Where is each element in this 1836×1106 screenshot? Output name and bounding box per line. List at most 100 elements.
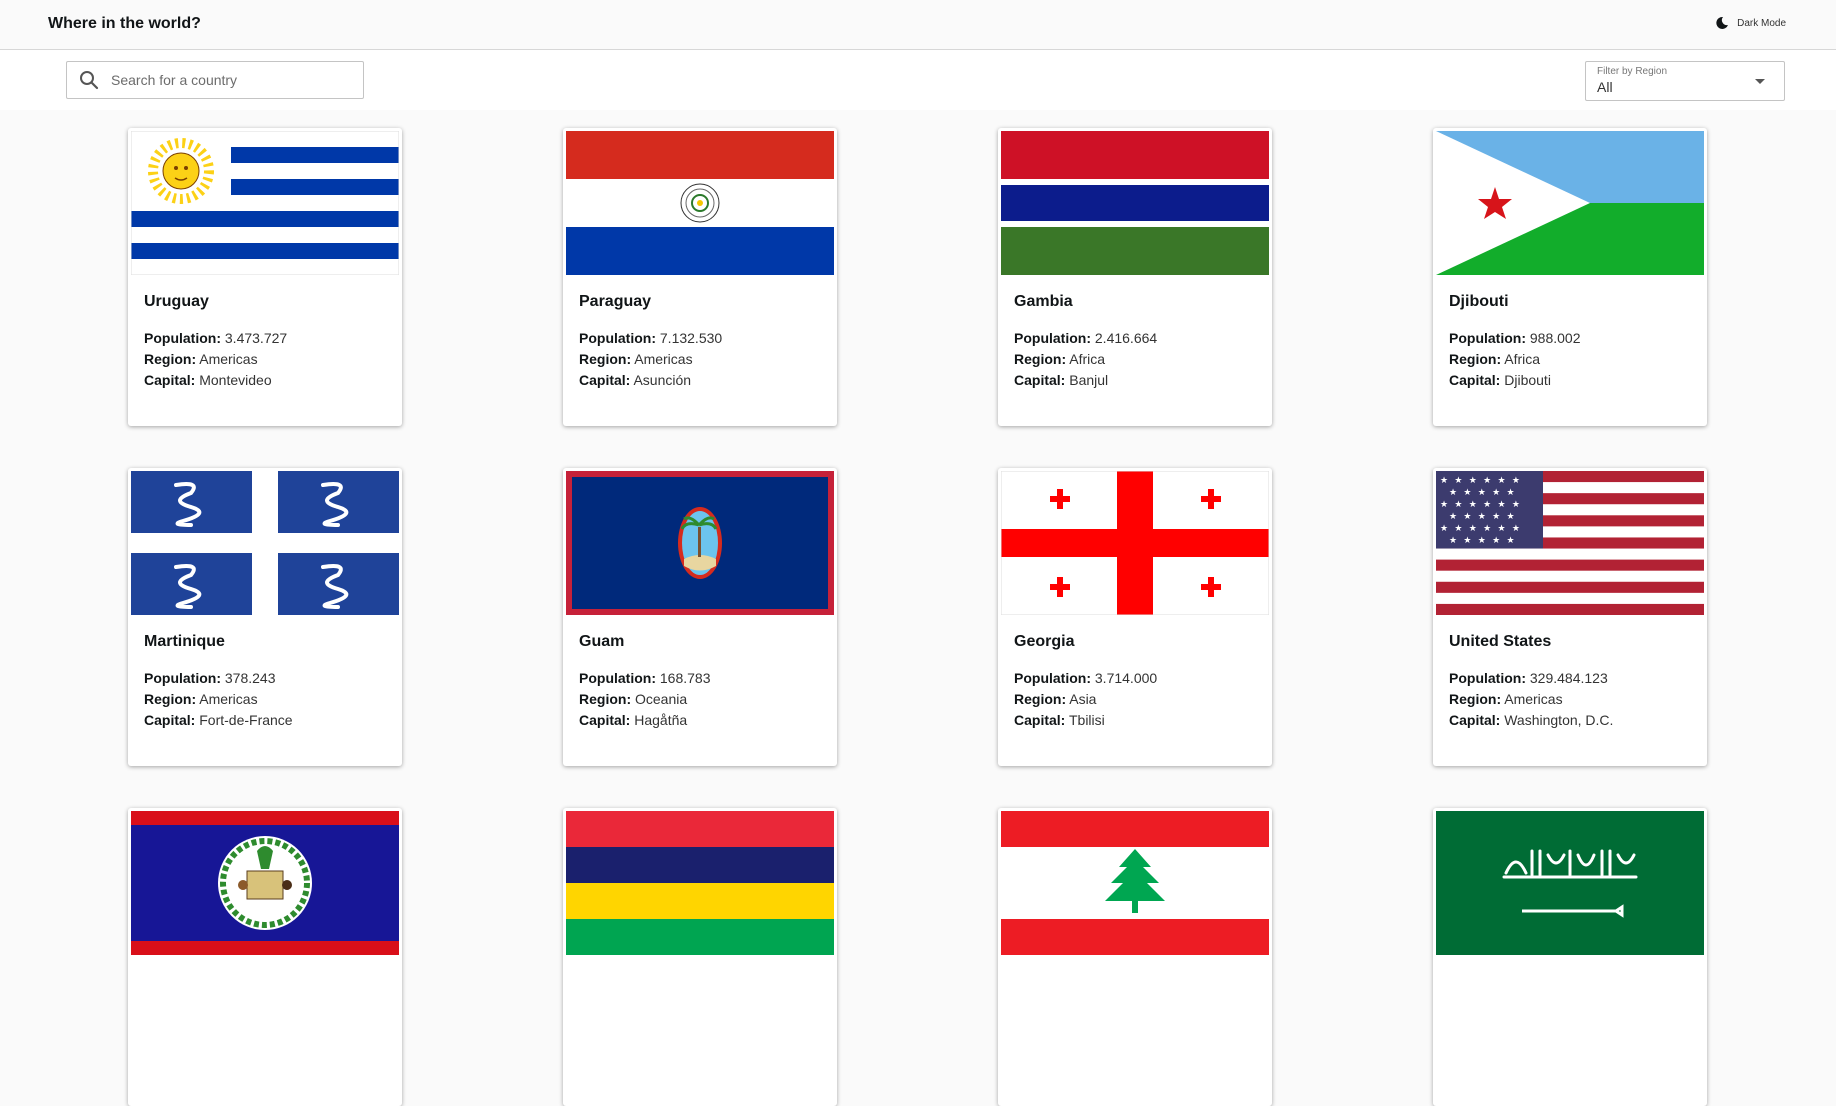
capital-label: Capital:: [1014, 372, 1066, 388]
filter-value: All: [1597, 79, 1613, 95]
capital-value: Fort-de-France: [199, 712, 293, 728]
guam-flag: [566, 471, 834, 615]
country-card-gambia[interactable]: Gambia Population: 2.416.664 Region: Afr…: [998, 128, 1272, 426]
belize-flag: [131, 811, 399, 955]
dropdown-caret-icon: [1755, 79, 1765, 84]
country-details: Population: 3.714.000 Region: Asia Capit…: [1014, 668, 1157, 731]
capital-label: Capital:: [144, 372, 196, 388]
country-card-saudi-arabia[interactable]: [1433, 808, 1707, 1106]
region-filter-select[interactable]: Filter by Region All: [1585, 61, 1785, 101]
capital-value: Banjul: [1069, 372, 1109, 388]
svg-text:★★★★★★: ★★★★★★: [1440, 524, 1526, 534]
region-label: Region:: [144, 691, 197, 707]
top-bar: Where in the world? Dark Mode: [0, 0, 1836, 50]
capital-value: Washington, D.C.: [1504, 712, 1614, 728]
population-value: 168.783: [659, 670, 711, 686]
population-label: Population:: [579, 330, 656, 346]
mauritius-flag: [566, 811, 834, 955]
region-label: Region:: [144, 351, 197, 367]
saudi-arabia-flag: [1436, 811, 1704, 955]
country-card-georgia[interactable]: Georgia Population: 3.714.000 Region: As…: [998, 468, 1272, 766]
search-input[interactable]: [109, 71, 363, 89]
country-name: Martinique: [144, 633, 225, 650]
search-box[interactable]: [66, 61, 364, 99]
country-details: Population: 988.002 Region: Africa Capit…: [1449, 328, 1581, 391]
country-details: Population: 2.416.664 Region: Africa Cap…: [1014, 328, 1157, 391]
lebanon-flag: [1001, 811, 1269, 955]
region-label: Region:: [1449, 691, 1502, 707]
region-value: Americas: [199, 691, 258, 707]
population-value: 3.714.000: [1094, 670, 1158, 686]
region-label: Region:: [1449, 351, 1502, 367]
country-name: Paraguay: [579, 293, 652, 310]
country-card-guam[interactable]: Guam Population: 168.783 Region: Oceania…: [563, 468, 837, 766]
dark-mode-toggle[interactable]: Dark Mode: [1715, 16, 1786, 30]
country-name: Uruguay: [144, 293, 209, 310]
uruguay-flag: [131, 131, 399, 275]
country-card-united-states[interactable]: ★★★★★★ ★★★★★ ★★★★★★ ★★★★★ ★★★★★★ ★★★★★ U…: [1433, 468, 1707, 766]
capital-value: Tbilisi: [1068, 712, 1105, 728]
country-name: United States: [1449, 633, 1552, 650]
population-label: Population:: [579, 670, 656, 686]
country-card-djibouti[interactable]: Djibouti Population: 988.002 Region: Afr…: [1433, 128, 1707, 426]
gambia-flag: [1001, 131, 1269, 275]
country-card-martinique[interactable]: Martinique Population: 378.243 Region: A…: [128, 468, 402, 766]
population-value: 329.484.123: [1529, 670, 1608, 686]
svg-text:★★★★★: ★★★★★: [1449, 512, 1521, 522]
population-value: 988.002: [1529, 330, 1581, 346]
svg-text:★★★★★★: ★★★★★★: [1440, 476, 1526, 486]
svg-text:★★★★★: ★★★★★: [1449, 536, 1521, 546]
paraguay-flag: [566, 131, 834, 275]
country-name: Djibouti: [1449, 293, 1509, 310]
region-value: Americas: [634, 351, 693, 367]
capital-label: Capital:: [579, 712, 631, 728]
region-value: Africa: [1069, 351, 1106, 367]
population-label: Population:: [1014, 330, 1091, 346]
region-value: Asia: [1069, 691, 1097, 707]
country-details: Population: 329.484.123 Region: Americas…: [1449, 668, 1613, 731]
country-card-uruguay[interactable]: Uruguay Population: 3.473.727 Region: Am…: [128, 128, 402, 426]
population-label: Population:: [1014, 670, 1091, 686]
population-label: Population:: [1449, 330, 1526, 346]
app-title: Where in the world?: [48, 15, 201, 32]
region-value: Americas: [1504, 691, 1563, 707]
country-name: Gambia: [1014, 293, 1073, 310]
filter-label: Filter by Region: [1597, 66, 1668, 77]
capital-label: Capital:: [1014, 712, 1066, 728]
capital-value: Djibouti: [1504, 372, 1551, 388]
usa-flag: ★★★★★★ ★★★★★ ★★★★★★ ★★★★★ ★★★★★★ ★★★★★: [1436, 471, 1704, 615]
moon-icon: [1716, 16, 1729, 29]
svg-text:★★★★★: ★★★★★: [1449, 488, 1521, 498]
capital-value: Asunción: [633, 372, 692, 388]
toolbar: Filter by Region All: [0, 50, 1836, 110]
georgia-flag: [1001, 471, 1269, 615]
country-card-paraguay[interactable]: Paraguay Population: 7.132.530 Region: A…: [563, 128, 837, 426]
country-card-mauritius[interactable]: [563, 808, 837, 1106]
capital-label: Capital:: [579, 372, 631, 388]
country-card-lebanon[interactable]: [998, 808, 1272, 1106]
svg-text:★★★★★★: ★★★★★★: [1440, 500, 1526, 510]
capital-value: Hagåtña: [634, 712, 688, 728]
search-icon: [80, 71, 99, 90]
djibouti-flag: [1436, 131, 1704, 275]
population-label: Population:: [144, 670, 221, 686]
martinique-flag: [131, 471, 399, 615]
country-details: Population: 7.132.530 Region: Americas C…: [579, 328, 722, 391]
population-label: Population:: [144, 330, 221, 346]
country-details: Population: 3.473.727 Region: Americas C…: [144, 328, 287, 391]
country-card-belize[interactable]: [128, 808, 402, 1106]
region-label: Region:: [579, 351, 632, 367]
region-label: Region:: [1014, 351, 1067, 367]
dark-mode-label: Dark Mode: [1737, 17, 1786, 29]
country-details: Population: 378.243 Region: Americas Cap…: [144, 668, 293, 731]
capital-label: Capital:: [1449, 712, 1501, 728]
population-value: 2.416.664: [1094, 330, 1158, 346]
region-value: Africa: [1504, 351, 1541, 367]
population-label: Population:: [1449, 670, 1526, 686]
region-label: Region:: [1014, 691, 1067, 707]
capital-value: Montevideo: [199, 372, 272, 388]
region-value: Oceania: [635, 691, 688, 707]
country-details: Population: 168.783 Region: Oceania Capi…: [579, 668, 711, 731]
population-value: 3.473.727: [224, 330, 288, 346]
capital-label: Capital:: [1449, 372, 1501, 388]
